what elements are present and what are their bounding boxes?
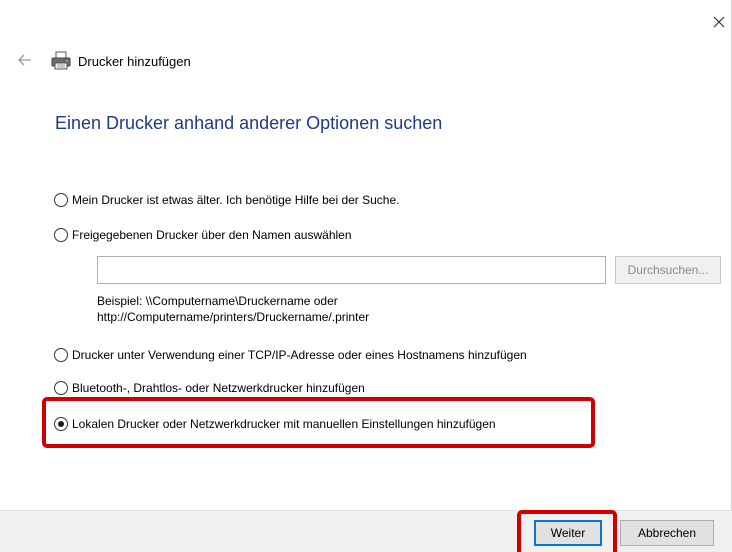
option-old-printer[interactable]: Mein Drucker ist etwas älter. Ich benöti… — [54, 191, 400, 209]
radio-button[interactable] — [54, 193, 68, 207]
back-button[interactable] — [14, 52, 36, 70]
radio-button[interactable] — [54, 348, 68, 362]
option-tcp-ip-printer[interactable]: Drucker unter Verwendung einer TCP/IP-Ad… — [54, 346, 527, 364]
option-label: Mein Drucker ist etwas älter. Ich benöti… — [72, 193, 400, 207]
example-line-1: Beispiel: \\Computername\Druckername ode… — [97, 294, 338, 308]
radio-button[interactable] — [54, 228, 68, 242]
close-icon — [713, 16, 725, 31]
dialog-title: Drucker hinzufügen — [78, 54, 191, 69]
shared-printer-name-input[interactable] — [97, 256, 606, 284]
highlight-annotation — [42, 397, 595, 448]
radio-button[interactable] — [54, 381, 68, 395]
back-arrow-icon — [18, 54, 32, 69]
cancel-button[interactable]: Abbrechen — [620, 520, 714, 546]
printer-icon — [50, 51, 72, 71]
next-button-highlight-annotation — [517, 510, 617, 552]
option-label: Freigegebenen Drucker über den Namen aus… — [72, 228, 352, 242]
page-instruction: Einen Drucker anhand anderer Optionen su… — [55, 113, 443, 133]
example-text: Beispiel: \\Computername\Druckername ode… — [97, 293, 369, 325]
close-button[interactable] — [706, 10, 732, 36]
option-wireless-printer[interactable]: Bluetooth-, Drahtlos- oder Netzwerkdruck… — [54, 379, 365, 397]
option-label: Drucker unter Verwendung einer TCP/IP-Ad… — [72, 348, 527, 362]
example-line-2: http://Computername/printers/Druckername… — [97, 310, 370, 324]
option-shared-printer[interactable]: Freigegebenen Drucker über den Namen aus… — [54, 226, 352, 244]
add-printer-dialog: Drucker hinzufügen Einen Drucker anhand … — [0, 0, 732, 552]
option-label: Bluetooth-, Drahtlos- oder Netzwerkdruck… — [72, 381, 365, 395]
browse-button[interactable]: Durchsuchen... — [615, 256, 721, 284]
